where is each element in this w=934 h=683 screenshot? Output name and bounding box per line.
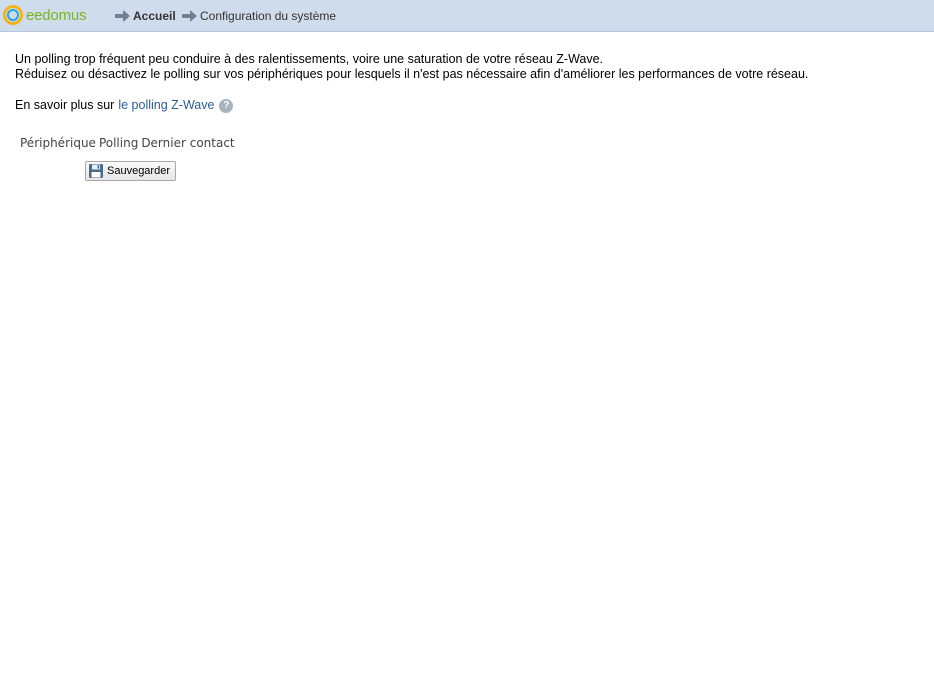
- help-icon[interactable]: ?: [219, 99, 234, 113]
- arrow-right-icon: [182, 10, 197, 22]
- top-bar: eedomus Accueil Configuration du système: [0, 0, 934, 32]
- breadcrumb-home[interactable]: Accueil: [115, 9, 176, 23]
- learn-more: En savoir plus sur le polling Z-Wave ?: [15, 97, 234, 113]
- save-button[interactable]: Sauvegarder: [85, 161, 176, 181]
- logo-ring-icon: [3, 5, 23, 25]
- breadcrumb-config[interactable]: Configuration du système: [182, 9, 336, 23]
- logo-text: eedomus: [26, 6, 87, 24]
- intro-line-1: Un polling trop fréquent peu conduire à …: [15, 52, 604, 66]
- column-header-device: Périphérique: [20, 135, 96, 150]
- breadcrumb-config-label: Configuration du système: [200, 9, 337, 23]
- column-header-last-contact: Dernier contact: [141, 135, 235, 150]
- intro-line-2: Réduisez ou désactivez le polling sur vo…: [15, 67, 809, 81]
- polling-table: Périphérique Polling Dernier contact: [17, 134, 238, 151]
- learn-more-prefix: En savoir plus sur: [15, 98, 115, 112]
- intro-text: Un polling trop fréquent peu conduire à …: [15, 52, 808, 82]
- arrow-right-icon: [115, 10, 130, 22]
- floppy-disk-icon: [89, 164, 103, 178]
- polling-zwave-link[interactable]: le polling Z-Wave: [118, 98, 214, 112]
- table-header-row: Périphérique Polling Dernier contact: [20, 134, 235, 151]
- column-header-polling: Polling: [98, 135, 139, 150]
- save-button-label: Sauvegarder: [107, 165, 170, 177]
- breadcrumb-home-label: Accueil: [133, 9, 176, 23]
- eedomus-logo[interactable]: eedomus: [3, 5, 87, 25]
